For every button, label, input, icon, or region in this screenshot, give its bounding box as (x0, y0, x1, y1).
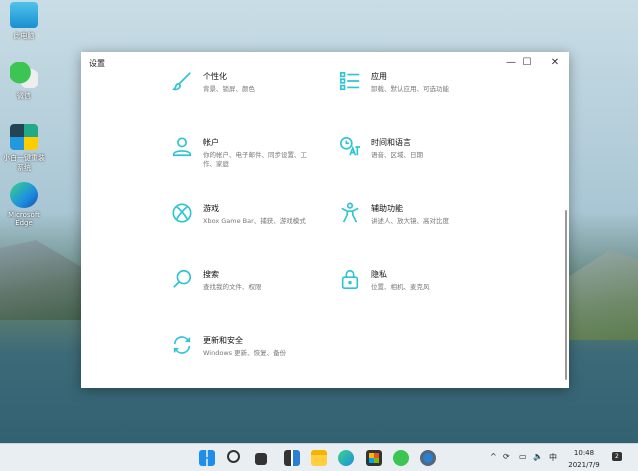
xbox-icon (172, 203, 192, 223)
edge-icon (10, 182, 38, 208)
wallpaper-mountain (0, 240, 90, 320)
settings-accessibility[interactable]: 辅助功能 讲述人、放大镜、高对比度 (339, 202, 499, 226)
edge-icon[interactable] (338, 450, 354, 466)
settings-search[interactable]: 搜索 查找我的文件、权限 (171, 268, 331, 292)
settings-gaming[interactable]: 游戏 Xbox Game Bar、捕获、游戏模式 (171, 202, 331, 226)
settings-update-security[interactable]: 更新和安全 Windows 更新、恢复、备份 (171, 334, 331, 358)
desktop-icon-xiaobai[interactable]: 小白一键重装系统 (2, 124, 46, 173)
settings-taskbar-icon[interactable] (420, 450, 436, 466)
desktop-icon-edge[interactable]: Microsoft Edge (2, 182, 46, 227)
xiaobai-icon (10, 124, 38, 150)
search-icon[interactable] (227, 450, 240, 463)
ime-indicator[interactable]: 中 (549, 452, 557, 463)
settings-accounts[interactable]: 帐户 你的帐户、电子邮件、同步设置、工作、家庭 (171, 136, 331, 170)
settings-window: 设置 — ☐ ✕ 个性化 背景、锁屏、颜色 应用 卸载、默认应用、可选功能 帐户 你的… (81, 52, 569, 388)
taskbar: ^ ⟳ ▭ 🔈 中 10:48 2021/7/9 2 (0, 443, 638, 471)
paintbrush-icon (172, 72, 191, 91)
task-view-icon[interactable] (255, 453, 267, 465)
account-icon (172, 137, 192, 157)
store-icon[interactable] (366, 450, 382, 466)
close-button[interactable]: ✕ (541, 54, 569, 72)
file-explorer-icon[interactable] (311, 450, 327, 466)
search-icon (173, 269, 192, 288)
window-title: 设置 (89, 59, 105, 68)
clock[interactable]: 10:48 2021/7/9 (564, 447, 604, 471)
wechat-icon (10, 62, 38, 88)
monitor-icon (10, 2, 38, 28)
wechat-taskbar-icon[interactable] (393, 450, 409, 466)
maximize-button[interactable]: ☐ (513, 54, 541, 72)
start-button[interactable] (199, 450, 215, 466)
volume-icon[interactable]: 🔈 (533, 452, 543, 461)
settings-personalization[interactable]: 个性化 背景、锁屏、颜色 (171, 70, 331, 94)
settings-apps[interactable]: 应用 卸载、默认应用、可选功能 (339, 70, 499, 94)
settings-privacy[interactable]: 隐私 位置、相机、麦克风 (339, 268, 499, 292)
network-icon[interactable]: ▭ (519, 452, 527, 461)
wallpaper-mountain (568, 250, 638, 340)
accessibility-icon (341, 202, 359, 223)
chevron-up-icon[interactable]: ^ (490, 452, 497, 461)
desktop-icon-this-pc[interactable]: 此电脑 (2, 2, 46, 41)
widgets-icon[interactable] (284, 450, 300, 466)
lock-icon (341, 269, 359, 289)
time-language-icon (340, 137, 361, 156)
scrollbar[interactable] (565, 210, 567, 380)
sync-tray-icon[interactable]: ⟳ (503, 452, 510, 461)
notification-badge[interactable]: 2 (612, 452, 622, 461)
desktop-icon-wechat[interactable]: 微信 (2, 62, 46, 101)
sync-icon (173, 336, 191, 354)
settings-time-language[interactable]: 时间和语言 语音、区域、日期 (339, 136, 499, 160)
apps-list-icon (340, 71, 360, 91)
